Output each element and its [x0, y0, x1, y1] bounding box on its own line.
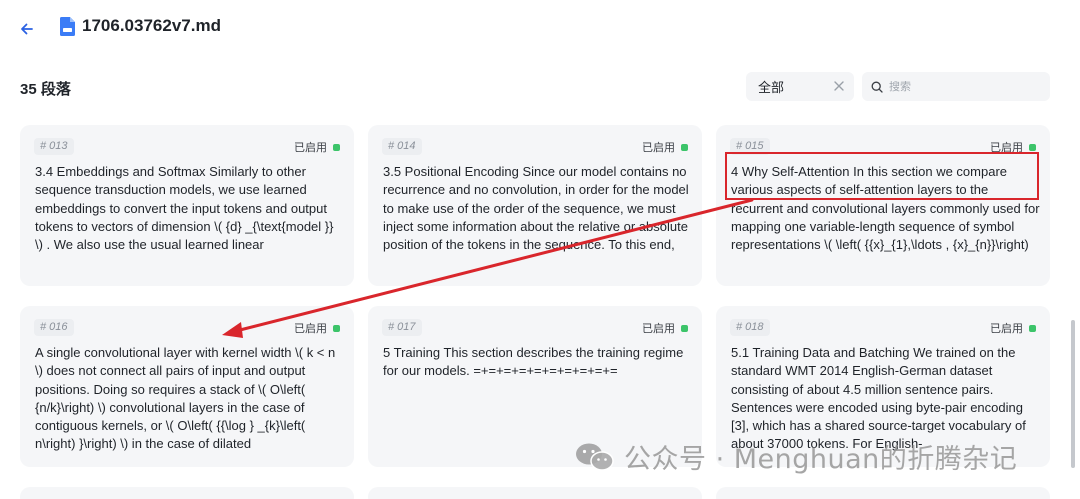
paragraph-text: 3.4 Embeddings and Softmax Similarly to … [35, 164, 334, 253]
paragraph-number: # 013 [34, 138, 74, 155]
paragraph-card[interactable]: # 015 已启用 4 Why Self-Attention In this s… [716, 125, 1050, 286]
back-button[interactable] [12, 14, 42, 44]
status-label: 已启用 [990, 142, 1023, 154]
status-dot-icon [1029, 324, 1036, 332]
paragraph-text: 5 Training This section describes the tr… [383, 345, 684, 379]
status-label: 已启用 [294, 142, 327, 154]
status-badge: 已启用 [294, 139, 340, 155]
search-input[interactable] [889, 80, 1039, 93]
status-dot-icon [681, 324, 688, 332]
paragraph-number: # 018 [730, 319, 770, 336]
status-label: 已启用 [990, 323, 1023, 335]
status-badge: 已启用 [990, 320, 1036, 336]
top-bar: 1706.03762v7.md [0, 0, 1080, 58]
paragraph-card-partial[interactable] [368, 487, 702, 499]
status-filter-select[interactable]: 全部 [746, 72, 854, 101]
status-badge: 已启用 [294, 320, 340, 336]
paragraph-number: # 017 [382, 319, 422, 336]
paragraph-number: # 014 [382, 138, 422, 155]
clear-icon[interactable] [832, 79, 846, 93]
paragraph-card[interactable]: # 018 已启用 5.1 Training Data and Batching… [716, 306, 1050, 467]
status-label: 已启用 [642, 323, 675, 335]
paragraph-card[interactable]: # 014 已启用 3.5 Positional Encoding Since … [368, 125, 702, 286]
paragraph-card-partial[interactable] [716, 487, 1050, 499]
status-dot-icon [1029, 143, 1036, 151]
paragraph-number: # 015 [730, 138, 770, 155]
paragraph-card[interactable]: # 013 已启用 3.4 Embeddings and Softmax Sim… [20, 125, 354, 286]
paragraph-text: 4 Why Self-Attention In this section we … [731, 164, 1040, 253]
paragraph-text: 5.1 Training Data and Batching We traine… [731, 345, 1026, 452]
status-label: 已启用 [642, 142, 675, 154]
status-dot-icon [333, 324, 340, 332]
markdown-file-icon [60, 17, 75, 36]
paragraph-card[interactable]: # 016 已启用 A single convolutional layer w… [20, 306, 354, 467]
search-icon [871, 81, 883, 93]
file-title: 1706.03762v7.md [82, 16, 221, 35]
paragraph-card[interactable]: # 017 已启用 5 Training This section descri… [368, 306, 702, 467]
status-badge: 已启用 [642, 320, 688, 336]
status-label: 已启用 [294, 323, 327, 335]
status-badge: 已启用 [990, 139, 1036, 155]
filter-value: 全部 [758, 80, 785, 95]
status-dot-icon [333, 143, 340, 151]
status-dot-icon [681, 143, 688, 151]
search-box[interactable] [862, 72, 1050, 101]
scrollbar-thumb[interactable] [1071, 320, 1075, 468]
paragraph-text: 3.5 Positional Encoding Since our model … [383, 164, 689, 253]
paragraph-text: A single convolutional layer with kernel… [35, 345, 336, 452]
paragraph-count: 35 段落 [20, 81, 71, 98]
status-badge: 已启用 [642, 139, 688, 155]
paragraph-number: # 016 [34, 319, 74, 336]
arrow-left-icon [21, 23, 33, 35]
paragraph-card-partial[interactable] [20, 487, 354, 499]
